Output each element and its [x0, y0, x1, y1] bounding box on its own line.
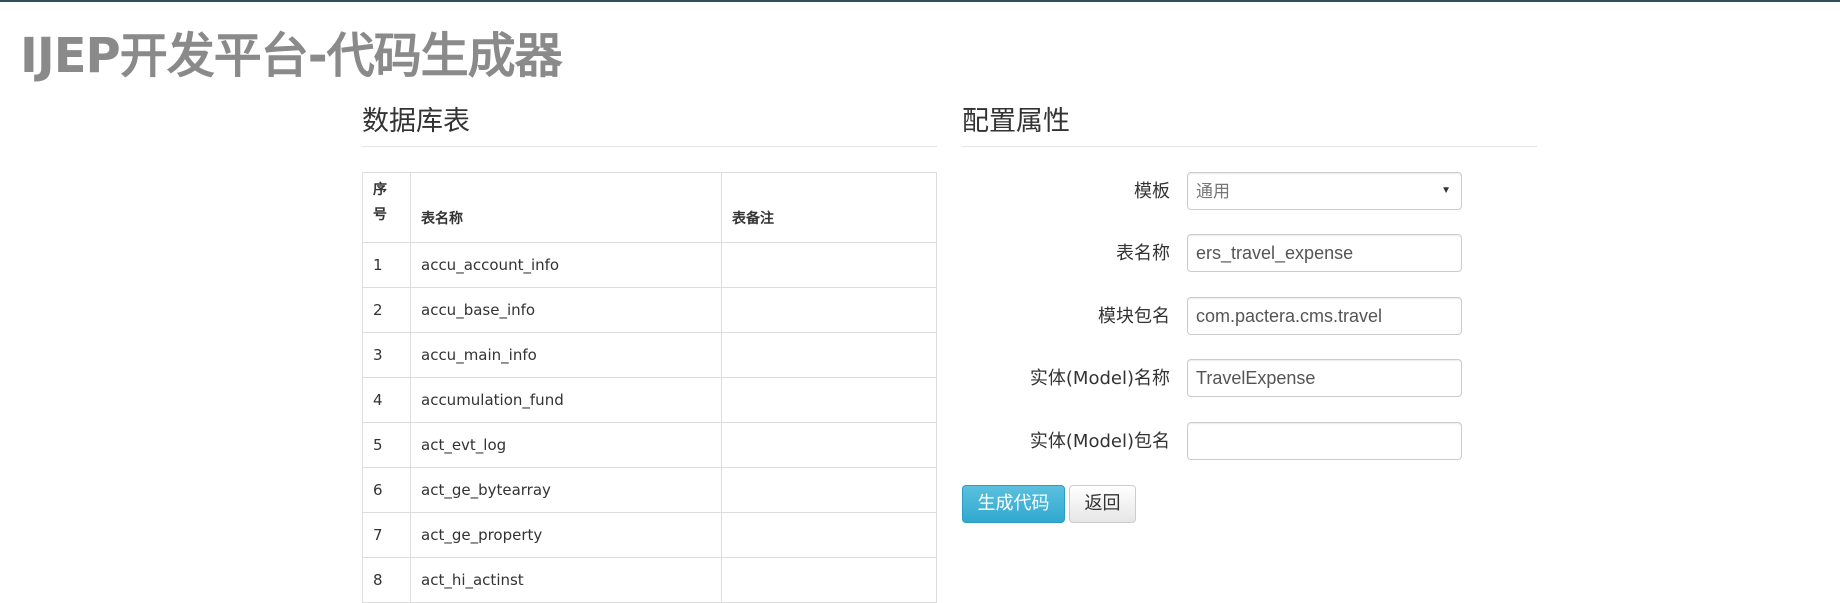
- seq-header-line2: 号: [373, 207, 387, 223]
- row-remark: [721, 242, 937, 288]
- form-row-model-name: 实体(Model)名称: [962, 359, 1537, 399]
- chevron-down-icon: ▼: [1441, 185, 1451, 196]
- page-title: IJEP开发平台-代码生成器: [20, 28, 563, 84]
- row-table-name[interactable]: accumulation_fund: [410, 377, 722, 423]
- generate-code-button[interactable]: 生成代码: [962, 485, 1065, 523]
- column-header-seq: 序 号: [362, 172, 411, 243]
- model-package-label: 实体(Model)包名: [1029, 431, 1170, 452]
- row-table-name[interactable]: act_evt_log: [410, 422, 722, 468]
- tables-list-table: 序 号 表名称 表备注 1 accu_account_info 2 accu_b…: [362, 172, 937, 603]
- table-header-row: 序 号 表名称 表备注: [362, 172, 937, 243]
- form-row-model-package: 实体(Model)包名: [962, 422, 1537, 462]
- row-seq: 5: [362, 422, 411, 468]
- table-row[interactable]: 3 accu_main_info: [362, 332, 937, 378]
- table-name-input[interactable]: [1187, 234, 1462, 272]
- tables-panel: 数据库表 序 号 表名称 表备注 1 accu_account_info 2 a…: [362, 98, 937, 603]
- table-row[interactable]: 1 accu_account_info: [362, 242, 937, 288]
- form-row-template: 模板 通用 ▼: [962, 172, 1537, 212]
- config-section-heading: 配置属性: [962, 98, 1537, 147]
- module-package-label: 模块包名: [1098, 306, 1170, 327]
- model-package-input[interactable]: [1187, 422, 1462, 460]
- row-remark: [721, 557, 937, 603]
- column-header-remark: 表备注: [721, 172, 937, 243]
- back-button[interactable]: 返回: [1069, 485, 1136, 523]
- row-remark: [721, 287, 937, 333]
- seq-header-line1: 序: [373, 182, 387, 198]
- top-border: [0, 0, 1840, 2]
- table-row[interactable]: 4 accumulation_fund: [362, 377, 937, 423]
- table-row[interactable]: 8 act_hi_actinst: [362, 557, 937, 603]
- row-remark: [721, 512, 937, 558]
- table-row[interactable]: 2 accu_base_info: [362, 287, 937, 333]
- row-table-name[interactable]: accu_account_info: [410, 242, 722, 288]
- model-name-label: 实体(Model)名称: [1029, 368, 1170, 389]
- table-row[interactable]: 7 act_ge_property: [362, 512, 937, 558]
- row-seq: 3: [362, 332, 411, 378]
- row-table-name[interactable]: accu_base_info: [410, 287, 722, 333]
- column-header-name: 表名称: [410, 172, 722, 243]
- table-name-label: 表名称: [1116, 243, 1170, 264]
- form-row-table-name: 表名称: [962, 234, 1537, 274]
- row-seq: 4: [362, 377, 411, 423]
- form-actions: 生成代码 返回: [962, 485, 1537, 525]
- row-seq: 2: [362, 287, 411, 333]
- template-selected-value: 通用: [1196, 182, 1230, 201]
- row-table-name[interactable]: act_ge_property: [410, 512, 722, 558]
- table-row[interactable]: 5 act_evt_log: [362, 422, 937, 468]
- row-seq: 8: [362, 557, 411, 603]
- form-row-module-package: 模块包名: [962, 297, 1537, 337]
- table-row[interactable]: 6 act_ge_bytearray: [362, 467, 937, 513]
- row-table-name[interactable]: act_hi_actinst: [410, 557, 722, 603]
- row-seq: 7: [362, 512, 411, 558]
- row-table-name[interactable]: accu_main_info: [410, 332, 722, 378]
- row-table-name[interactable]: act_ge_bytearray: [410, 467, 722, 513]
- tables-section-heading: 数据库表: [362, 98, 937, 147]
- config-panel: 配置属性 模板 通用 ▼ 表名称 模块包名 实体(Model)名称 实体(Mod…: [962, 98, 1537, 523]
- module-package-input[interactable]: [1187, 297, 1462, 335]
- row-seq: 1: [362, 242, 411, 288]
- row-seq: 6: [362, 467, 411, 513]
- row-remark: [721, 422, 937, 468]
- template-label: 模板: [1134, 181, 1170, 202]
- row-remark: [721, 332, 937, 378]
- template-select[interactable]: 通用 ▼: [1187, 172, 1462, 210]
- model-name-input[interactable]: [1187, 359, 1462, 397]
- row-remark: [721, 467, 937, 513]
- row-remark: [721, 377, 937, 423]
